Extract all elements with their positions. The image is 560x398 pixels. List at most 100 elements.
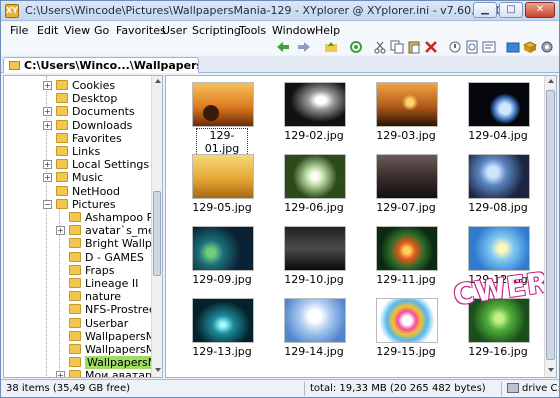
menu-edit[interactable]: Edit <box>37 24 58 37</box>
expand-icon[interactable]: + <box>43 160 52 170</box>
tree-item[interactable]: Userbar <box>4 317 152 330</box>
file-thumbnail[interactable]: 129-06.jpg <box>273 154 355 222</box>
tree-item[interactable]: + Local Settings <box>4 158 152 171</box>
expand-icon[interactable]: + <box>43 107 52 117</box>
menu-user[interactable]: User <box>162 24 187 37</box>
folder-icon <box>69 264 81 275</box>
folder-icon <box>56 106 68 117</box>
file-thumbnail[interactable]: 129-14.jpg <box>273 298 355 366</box>
tree-item[interactable]: Links <box>4 145 152 158</box>
file-thumbnail[interactable]: 129-13.jpg <box>181 298 263 366</box>
tree-item[interactable]: + Documents <box>4 105 152 118</box>
menu-scripting[interactable]: Scripting <box>192 24 241 37</box>
tree-item[interactable]: NetHood <box>4 185 152 198</box>
folder-tree[interactable]: + Cookies Desktop + Documents + Downloads Favor… <box>3 75 163 378</box>
tree-item[interactable]: Lineage II <box>4 277 152 290</box>
tree-item[interactable]: WallpapersMania- <box>4 330 162 343</box>
file-thumbnail[interactable]: 129-05.jpg <box>181 154 263 222</box>
menu-tools[interactable]: Tools <box>239 24 266 37</box>
expand-icon[interactable]: + <box>56 226 65 236</box>
thumbnail-image <box>468 82 530 127</box>
forward-icon[interactable] <box>297 40 311 54</box>
tree-item[interactable]: Desktop <box>4 92 152 105</box>
scroll-up-icon[interactable] <box>155 79 161 83</box>
up-folder-icon[interactable] <box>324 40 338 54</box>
tree-item[interactable]: + Downloads <box>4 119 152 132</box>
list-scrollbar[interactable] <box>544 76 556 377</box>
window-title: C:\Users\Wincode\Pictures\WallpapersMani… <box>25 4 503 17</box>
cut-icon[interactable] <box>373 40 387 54</box>
goto-icon[interactable] <box>349 40 363 54</box>
file-thumbnail[interactable]: 129-03.jpg <box>365 82 447 150</box>
file-thumbnail[interactable]: 129-02.jpg <box>273 82 355 150</box>
folder-icon <box>56 172 68 183</box>
expand-icon[interactable]: + <box>56 371 65 377</box>
list-scroll-thumb[interactable] <box>546 90 555 360</box>
folder-icon <box>69 317 81 328</box>
back-icon[interactable] <box>276 40 290 54</box>
scroll-up-icon[interactable] <box>548 79 554 83</box>
thumbnail-list[interactable]: 129-01.jpg 129-02.jpg 129-03.jpg 129-04.jpg… <box>165 75 557 378</box>
tab-bar: C:\Users\Winco...\WallpapersMania-129 <box>1 56 559 73</box>
tree-item[interactable]: WallpapersMania- <box>4 343 162 356</box>
tree-item[interactable]: Ashampoo Picture <box>4 211 162 224</box>
new-folder-icon[interactable] <box>506 40 520 54</box>
tree-item[interactable]: + Music <box>4 171 152 184</box>
tree-item[interactable]: +avatar`s_mega_p <box>4 224 162 237</box>
folder-icon[interactable] <box>523 40 537 54</box>
tree-item[interactable]: Fraps <box>4 264 152 277</box>
properties-icon[interactable] <box>448 40 462 54</box>
file-thumbnail[interactable]: 129-08.jpg <box>457 154 539 222</box>
scroll-down-icon[interactable] <box>548 368 554 372</box>
thumbnail-image <box>192 298 254 343</box>
thumbnail-image <box>192 82 254 127</box>
file-thumbnail[interactable]: 129-09.jpg <box>181 226 263 294</box>
expand-icon[interactable]: + <box>43 81 52 90</box>
file-thumbnail[interactable]: 129-07.jpg <box>365 154 447 222</box>
file-thumbnail[interactable]: 129-10.jpg <box>273 226 355 294</box>
filter-icon[interactable] <box>482 40 496 54</box>
tab-wallpapersmania-129[interactable]: C:\Users\Winco...\WallpapersMania-129 <box>3 57 199 73</box>
tree-item[interactable]: + Cookies <box>4 79 152 92</box>
maximize-button[interactable]: □ <box>499 2 523 18</box>
tree-item-label: Desktop <box>72 92 118 106</box>
tree-item[interactable]: − Pictures <box>4 198 152 211</box>
tree-scroll-thumb[interactable] <box>153 191 161 276</box>
menu-file[interactable]: File <box>10 24 28 37</box>
paste-icon[interactable] <box>407 40 421 54</box>
delete-icon[interactable] <box>424 40 438 54</box>
folder-icon <box>69 278 81 288</box>
tree-item[interactable]: Bright Wallpapers <box>4 237 162 250</box>
thumbnail-image <box>284 298 346 343</box>
minimize-button[interactable]: ▁ <box>473 2 497 18</box>
menu-window[interactable]: Window <box>272 24 315 37</box>
tree-item[interactable]: WallpapersMania- <box>4 356 162 370</box>
file-name: 129-02.jpg <box>284 129 344 142</box>
menu-help[interactable]: Help <box>315 24 340 37</box>
menu-go[interactable]: Go <box>94 24 109 37</box>
menu-favorites[interactable]: Favorites <box>116 24 166 37</box>
tree-scrollbar[interactable] <box>151 76 162 377</box>
settings-gear-icon[interactable] <box>540 40 554 54</box>
file-name: 129-06.jpg <box>284 201 344 214</box>
file-thumbnail[interactable]: 129-11.jpg <box>365 226 447 294</box>
tree-item[interactable]: NFS-Prostreet Wa <box>4 303 162 316</box>
expand-icon[interactable]: + <box>43 120 52 130</box>
file-thumbnail[interactable]: 129-01.jpg <box>181 82 263 156</box>
close-button[interactable]: ✕ <box>525 2 555 18</box>
file-thumbnail[interactable]: 129-15.jpg <box>365 298 447 366</box>
tree-item[interactable]: Favorites <box>4 132 152 145</box>
tree-item[interactable]: D - GAMES <box>4 251 152 264</box>
expand-icon[interactable]: + <box>43 173 52 183</box>
collapse-icon[interactable]: − <box>43 199 52 209</box>
thumbnail-image <box>192 226 254 271</box>
copy-icon[interactable] <box>390 40 404 54</box>
tree-item[interactable]: + Мои аватары <box>4 369 161 377</box>
find-files-icon[interactable] <box>465 40 479 54</box>
file-thumbnail[interactable]: 129-04.jpg <box>457 82 539 150</box>
tree-item[interactable]: nature <box>4 290 152 303</box>
tree-item-label: Favorites <box>72 131 122 145</box>
menu-view[interactable]: View <box>64 24 90 37</box>
file-name: 129-05.jpg <box>192 201 252 214</box>
scroll-down-icon[interactable] <box>155 368 161 372</box>
